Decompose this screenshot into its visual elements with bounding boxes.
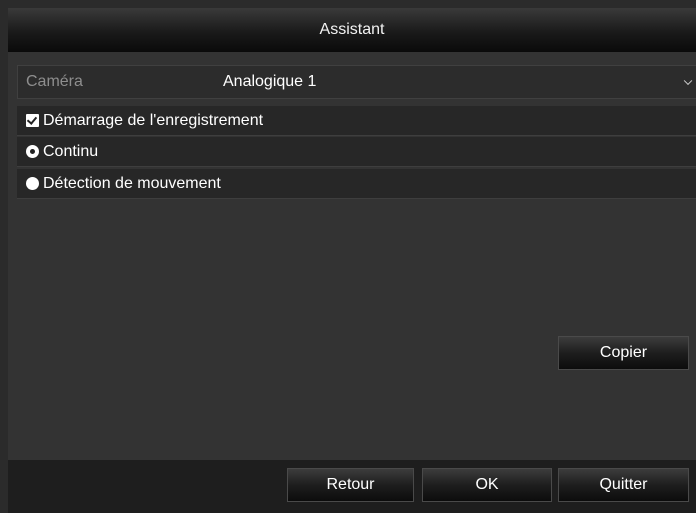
dialog-title: Assistant [319,21,385,38]
camera-label: Caméra [26,73,83,90]
radio-unselected-icon[interactable] [26,177,39,190]
radio-selected-icon[interactable] [26,145,39,158]
chevron-down-icon [683,76,693,86]
record-start-row[interactable]: Démarrage de l'enregistrement [17,106,696,136]
copy-button[interactable]: Copier [558,336,689,370]
wizard-dialog: Assistant Caméra Analogique 1 Démarrage … [8,8,696,513]
motion-detection-row[interactable]: Détection de mouvement [17,169,696,199]
camera-row: Caméra Analogique 1 [17,65,696,99]
dialog-titlebar: Assistant [8,8,696,52]
continuous-row[interactable]: Continu [17,137,696,167]
record-start-label: Démarrage de l'enregistrement [43,111,264,129]
camera-select[interactable]: Analogique 1 [223,66,696,98]
camera-select-value: Analogique 1 [223,73,317,90]
back-button[interactable]: Retour [287,468,414,502]
checkbox-checked-icon[interactable] [26,114,39,127]
continuous-label: Continu [43,142,99,160]
quit-button[interactable]: Quitter [558,468,689,502]
ok-button[interactable]: OK [422,468,552,502]
dialog-footer: Retour OK Quitter [8,460,696,513]
motion-detection-label: Détection de mouvement [43,174,221,192]
